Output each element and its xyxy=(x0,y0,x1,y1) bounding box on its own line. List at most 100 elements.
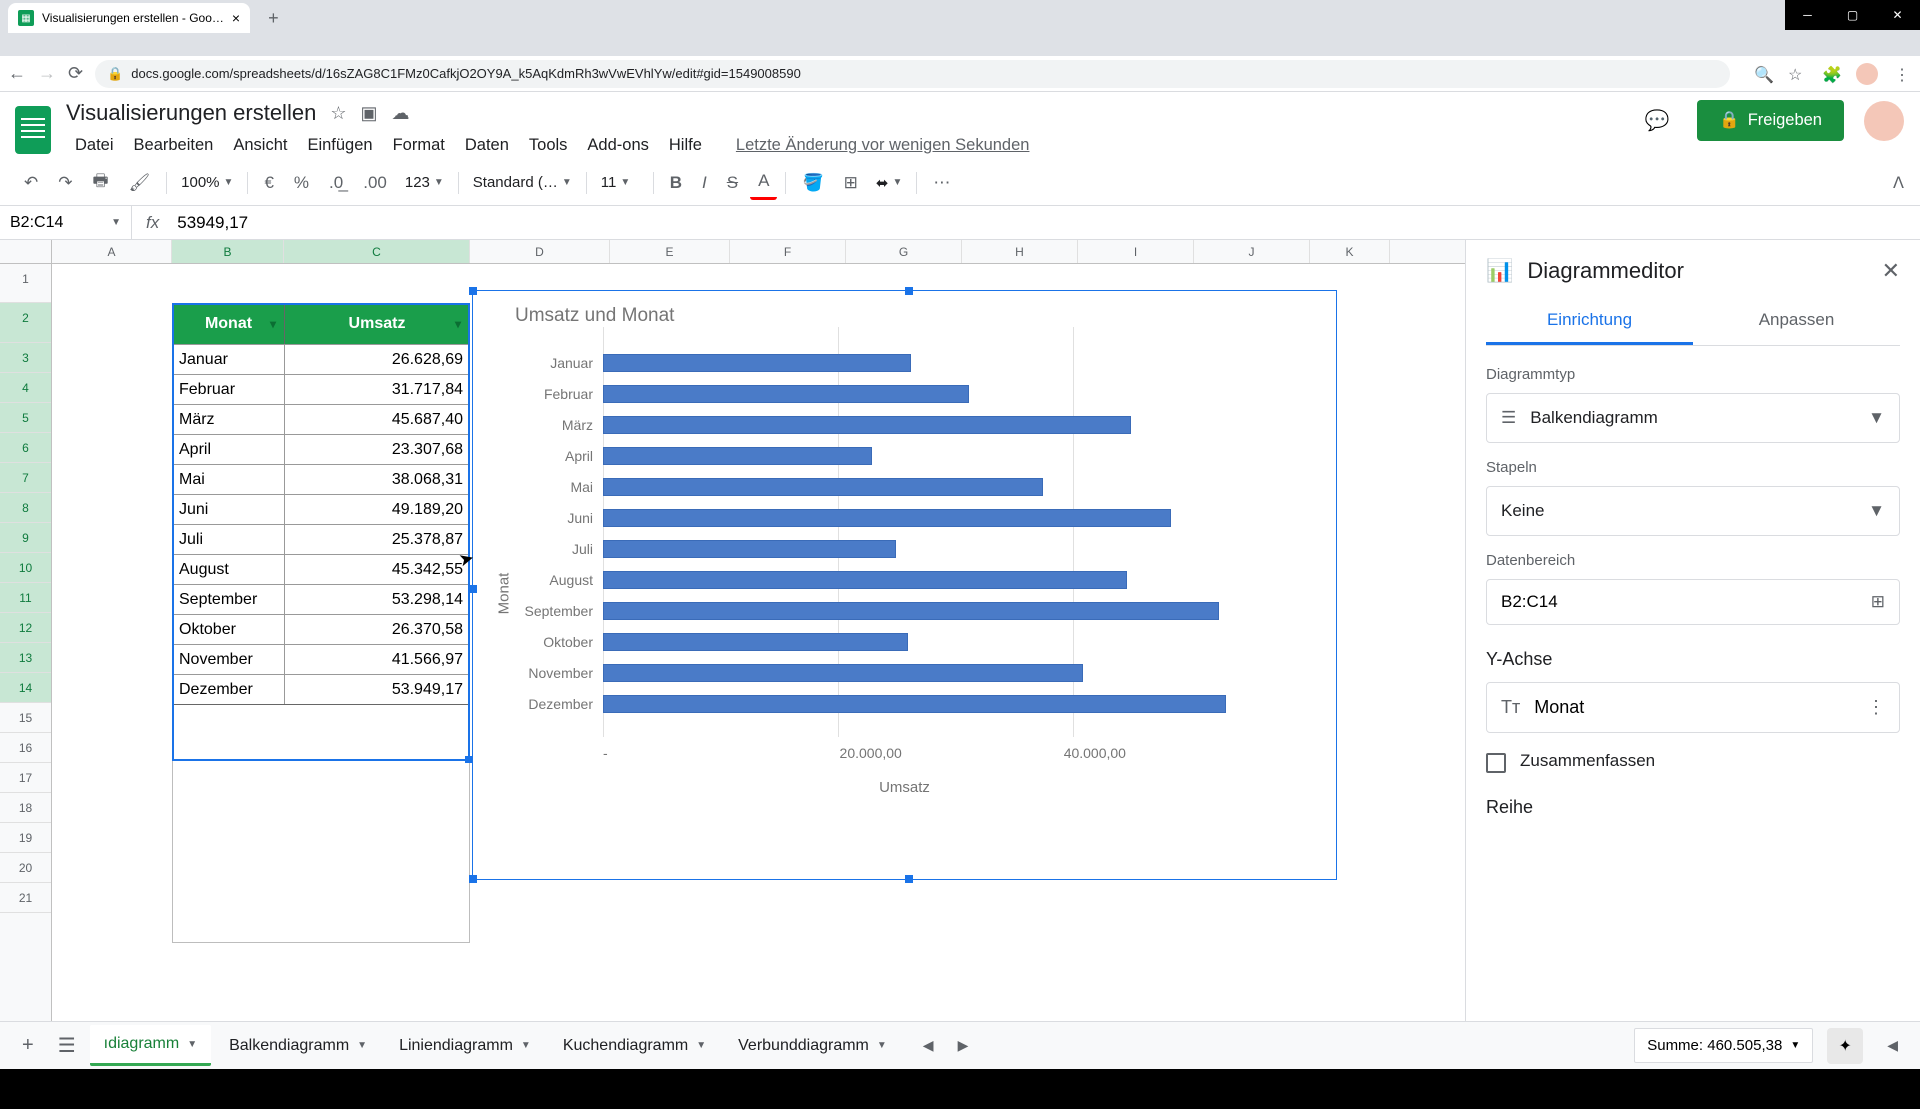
row-header-6[interactable]: 6 xyxy=(0,433,51,463)
table-row[interactable]: Oktober26.370,58 xyxy=(173,614,469,644)
undo-button[interactable]: ↶ xyxy=(16,167,46,199)
merge-button[interactable]: ⬌▼ xyxy=(870,170,908,196)
row-header-1[interactable]: 1 xyxy=(0,264,51,303)
row-header-18[interactable]: 18 xyxy=(0,793,51,823)
row-header-16[interactable]: 16 xyxy=(0,733,51,763)
row-header-9[interactable]: 9 xyxy=(0,523,51,553)
comments-button[interactable]: 💬 xyxy=(1637,101,1677,141)
percent-button[interactable]: % xyxy=(286,167,317,199)
row-header-15[interactable]: 15 xyxy=(0,703,51,733)
bookmark-icon[interactable]: ☆ xyxy=(1788,65,1806,83)
col-header-C[interactable]: C xyxy=(284,240,470,263)
table-row[interactable]: Januar26.628,69 xyxy=(173,344,469,374)
side-panel-toggle[interactable]: ◀ xyxy=(1877,1029,1908,1062)
cell-value[interactable]: 31.717,84 xyxy=(285,375,469,404)
menu-ansicht[interactable]: Ansicht xyxy=(224,132,296,159)
share-button[interactable]: 🔒 Freigeben xyxy=(1697,100,1844,141)
menu-daten[interactable]: Daten xyxy=(456,132,518,159)
table-row[interactable]: März45.687,40 xyxy=(173,404,469,434)
cell-month[interactable]: Januar xyxy=(173,345,285,374)
bar[interactable] xyxy=(603,664,1083,682)
close-window-button[interactable]: ✕ xyxy=(1875,0,1920,30)
table-row[interactable]: Februar31.717,84 xyxy=(173,374,469,404)
range-input[interactable]: B2:C14 ⊞ xyxy=(1486,579,1900,625)
all-sheets-button[interactable]: ☰ xyxy=(48,1025,86,1066)
last-edit-link[interactable]: Letzte Änderung vor wenigen Sekunden xyxy=(727,132,1039,159)
close-tab-icon[interactable]: × xyxy=(232,10,240,26)
menu-addons[interactable]: Add-ons xyxy=(578,132,657,159)
cell-month[interactable]: Februar xyxy=(173,375,285,404)
cell-month[interactable]: Dezember xyxy=(173,675,285,704)
document-title[interactable]: Visualisierungen erstellen xyxy=(66,100,316,126)
sheet-tab[interactable]: Verbunddiagramm▼ xyxy=(724,1025,901,1066)
bar[interactable] xyxy=(603,602,1219,620)
bar[interactable] xyxy=(603,633,908,651)
menu-icon[interactable]: ⋮ xyxy=(1894,65,1912,83)
cloud-icon[interactable]: ☁ xyxy=(391,103,409,124)
minimize-button[interactable]: ─ xyxy=(1785,0,1830,30)
bar[interactable] xyxy=(603,478,1043,496)
cell-value[interactable]: 49.189,20 xyxy=(285,495,469,524)
table-row[interactable]: August45.342,55 xyxy=(173,554,469,584)
explore-button[interactable]: ✦ xyxy=(1827,1028,1863,1064)
bar[interactable] xyxy=(603,354,911,372)
cell-month[interactable]: August xyxy=(173,555,285,584)
cell-value[interactable]: 25.378,87 xyxy=(285,525,469,554)
row-header-12[interactable]: 12 xyxy=(0,613,51,643)
header-monat[interactable]: Monat ▾ xyxy=(173,304,285,344)
strike-button[interactable]: S xyxy=(719,167,746,199)
select-range-icon[interactable]: ⊞ xyxy=(1871,592,1885,612)
number-format-dropdown[interactable]: 123▼ xyxy=(399,170,450,195)
cell-value[interactable]: 45.342,55 xyxy=(285,555,469,584)
row-header-10[interactable]: 10 xyxy=(0,553,51,583)
zoom-dropdown[interactable]: 100%▼ xyxy=(175,170,239,195)
row-header-8[interactable]: 8 xyxy=(0,493,51,523)
cell-value[interactable]: 53.949,17 xyxy=(285,675,469,704)
col-header-E[interactable]: E xyxy=(610,240,730,263)
stacking-select[interactable]: Keine ▼ xyxy=(1486,486,1900,536)
col-header-D[interactable]: D xyxy=(470,240,610,263)
cell-month[interactable]: Oktober xyxy=(173,615,285,644)
cell-value[interactable]: 26.628,69 xyxy=(285,345,469,374)
bar[interactable] xyxy=(603,416,1131,434)
cell-month[interactable]: November xyxy=(173,645,285,674)
fill-color-button[interactable]: 🪣 xyxy=(794,167,831,199)
print-button[interactable]: 🖶 xyxy=(85,162,117,203)
selection-handle[interactable] xyxy=(465,756,472,763)
bold-button[interactable]: B xyxy=(662,167,690,199)
tab-anpassen[interactable]: Anpassen xyxy=(1693,298,1900,345)
profile-avatar-small[interactable] xyxy=(1856,63,1878,85)
borders-button[interactable]: ⊞ xyxy=(836,167,866,199)
cell-value[interactable]: 26.370,58 xyxy=(285,615,469,644)
increase-decimal-button[interactable]: .00 xyxy=(355,167,395,199)
sheet-tab[interactable]: Kuchendiagramm▼ xyxy=(549,1025,720,1066)
cell-value[interactable]: 41.566,97 xyxy=(285,645,469,674)
row-header-4[interactable]: 4 xyxy=(0,373,51,403)
extensions-icon[interactable]: 🧩 xyxy=(1822,65,1840,83)
more-toolbar-button[interactable]: ⋯ xyxy=(925,167,958,199)
sheet-tab[interactable]: Balkendiagramm▼ xyxy=(215,1025,381,1066)
more-icon[interactable]: ⋮ xyxy=(1867,697,1885,718)
col-header-F[interactable]: F xyxy=(730,240,846,263)
menu-tools[interactable]: Tools xyxy=(520,132,577,159)
row-header-11[interactable]: 11 xyxy=(0,583,51,613)
col-header-G[interactable]: G xyxy=(846,240,962,263)
close-editor-button[interactable]: ✕ xyxy=(1882,258,1900,284)
table-row[interactable]: Dezember53.949,17 xyxy=(173,674,469,704)
cell-month[interactable]: September xyxy=(173,585,285,614)
yaxis-field[interactable]: Tт Monat ⋮ xyxy=(1486,682,1900,733)
cell-value[interactable]: 45.687,40 xyxy=(285,405,469,434)
text-color-button[interactable]: A xyxy=(750,165,777,200)
fontsize-dropdown[interactable]: 11▼ xyxy=(595,170,645,195)
tab-einrichtung[interactable]: Einrichtung xyxy=(1486,298,1693,345)
row-header-2[interactable]: 2 xyxy=(0,303,51,343)
row-header-14[interactable]: 14 xyxy=(0,673,51,703)
sheet-nav-left[interactable]: ◀ xyxy=(913,1029,944,1062)
sheet-tab[interactable]: ıdiagramm▼ xyxy=(90,1025,211,1066)
table-row[interactable]: September53.298,14 xyxy=(173,584,469,614)
row-header-19[interactable]: 19 xyxy=(0,823,51,853)
menu-format[interactable]: Format xyxy=(384,132,454,159)
sheet-tab[interactable]: Liniendiagramm▼ xyxy=(385,1025,545,1066)
maximize-button[interactable]: ▢ xyxy=(1830,0,1875,30)
bar[interactable] xyxy=(603,540,896,558)
